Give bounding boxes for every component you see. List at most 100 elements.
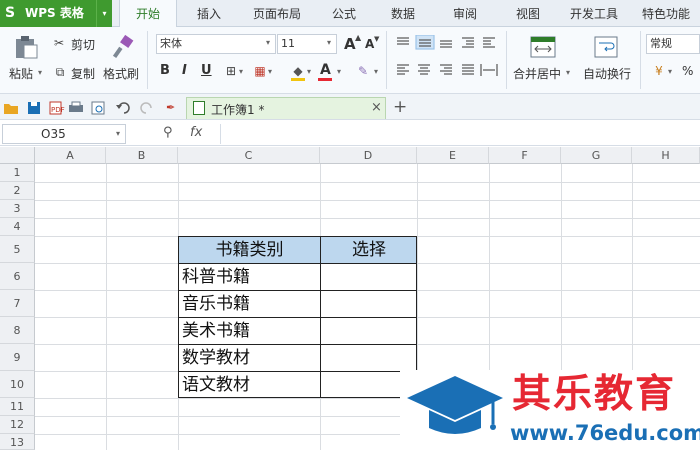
font-color-swatch bbox=[318, 78, 332, 81]
cut-button[interactable]: 剪切 bbox=[71, 36, 95, 53]
tab-developer[interactable]: 开发工具 bbox=[564, 0, 624, 27]
number-format-value: 常规 bbox=[650, 37, 672, 50]
percent-button[interactable]: % bbox=[682, 64, 693, 78]
row-header-8[interactable]: 8 bbox=[0, 317, 35, 344]
gridline bbox=[35, 182, 700, 183]
fill-color-swatch bbox=[291, 78, 305, 81]
currency-icon[interactable]: ¥ bbox=[650, 62, 668, 80]
column-header-h[interactable]: H bbox=[632, 147, 700, 164]
function-icon[interactable]: fx bbox=[190, 125, 202, 140]
borders-icon[interactable]: ⊞ bbox=[222, 62, 240, 80]
tab-insert[interactable]: 插入 bbox=[186, 0, 232, 27]
number-format-select[interactable]: 常规 bbox=[646, 34, 700, 54]
tab-page-layout[interactable]: 页面布局 bbox=[245, 0, 309, 27]
paste-button[interactable]: 粘贴 bbox=[9, 65, 33, 82]
gridline bbox=[35, 200, 700, 201]
chevron-down-icon[interactable]: ▾ bbox=[266, 38, 270, 47]
paste-icon[interactable] bbox=[13, 34, 39, 60]
tab-formulas[interactable]: 公式 bbox=[321, 0, 367, 27]
close-icon[interactable]: × bbox=[371, 100, 382, 115]
row-header-3[interactable]: 3 bbox=[0, 200, 35, 218]
row-header-6[interactable]: 6 bbox=[0, 263, 35, 290]
chevron-down-icon[interactable]: ▾ bbox=[96, 0, 112, 27]
table-header-select[interactable]: 选择 bbox=[321, 237, 417, 263]
pin-icon[interactable]: ✒ bbox=[166, 101, 178, 115]
wrap-text-icon[interactable] bbox=[594, 36, 618, 58]
column-header-e[interactable]: E bbox=[417, 147, 489, 164]
fill-pattern-icon[interactable]: ▦ bbox=[251, 62, 269, 80]
chevron-down-icon[interactable]: ▾ bbox=[337, 67, 341, 76]
chevron-down-icon[interactable]: ▾ bbox=[38, 68, 42, 77]
column-header-c[interactable]: C bbox=[178, 147, 320, 164]
bold-button[interactable]: B bbox=[160, 63, 170, 78]
tab-view[interactable]: 视图 bbox=[505, 0, 551, 27]
row-header-10[interactable]: 10 bbox=[0, 371, 35, 398]
column-header-g[interactable]: G bbox=[561, 147, 632, 164]
chevron-down-icon[interactable]: ▾ bbox=[268, 67, 272, 76]
grow-font-button[interactable]: A bbox=[344, 35, 356, 53]
tab-review[interactable]: 审阅 bbox=[442, 0, 488, 27]
table-cell[interactable]: 科普书籍 bbox=[182, 264, 250, 290]
graduation-cap-icon bbox=[405, 372, 505, 442]
table-cell[interactable]: 语文教材 bbox=[182, 372, 250, 398]
row-header-4[interactable]: 4 bbox=[0, 218, 35, 236]
scissors-icon[interactable]: ✂ bbox=[50, 34, 68, 52]
spreadsheet-icon bbox=[193, 101, 205, 115]
arrow-up-icon: ▲ bbox=[355, 33, 362, 42]
format-painter-icon[interactable] bbox=[110, 34, 136, 60]
table-cell[interactable]: 数学教材 bbox=[182, 345, 250, 371]
row-header-2[interactable]: 2 bbox=[0, 182, 35, 200]
format-painter-button[interactable]: 格式刷 bbox=[103, 65, 139, 82]
table-cell[interactable]: 美术书籍 bbox=[182, 318, 250, 344]
chevron-down-icon[interactable]: ▾ bbox=[239, 67, 243, 76]
row-header-5[interactable]: 5 bbox=[0, 236, 35, 263]
copy-icon[interactable]: ⧉ bbox=[51, 63, 69, 81]
merge-center-icon[interactable] bbox=[530, 36, 556, 58]
table-cell[interactable]: 音乐书籍 bbox=[182, 291, 250, 317]
merge-center-button[interactable]: 合并居中 bbox=[513, 65, 561, 82]
wps-menu-button[interactable]: S WPS 表格 ▾ bbox=[0, 0, 112, 27]
column-header-f[interactable]: F bbox=[489, 147, 561, 164]
name-box[interactable]: O35 bbox=[2, 124, 126, 144]
wrap-text-button[interactable]: 自动换行 bbox=[583, 65, 631, 82]
chevron-down-icon[interactable]: ▾ bbox=[668, 67, 672, 76]
row-header-12[interactable]: 12 bbox=[0, 416, 35, 434]
underline-button[interactable]: U bbox=[201, 63, 212, 78]
chevron-down-icon[interactable]: ▾ bbox=[327, 38, 331, 47]
font-size-value: 11 bbox=[281, 37, 295, 50]
shrink-font-button[interactable]: A bbox=[365, 37, 374, 51]
table-header-category[interactable]: 书籍类别 bbox=[179, 237, 320, 263]
select-all-corner[interactable] bbox=[0, 147, 35, 164]
search-icon[interactable]: ⚲ bbox=[163, 125, 173, 140]
column-header-b[interactable]: B bbox=[106, 147, 178, 164]
arrow-down-icon: ▼ bbox=[374, 35, 380, 43]
ribbon-separator bbox=[640, 31, 641, 89]
row-header-9[interactable]: 9 bbox=[0, 344, 35, 371]
clear-format-icon[interactable]: ✎ bbox=[354, 62, 372, 80]
chevron-down-icon[interactable]: ▾ bbox=[566, 68, 570, 77]
chevron-down-icon[interactable]: ▾ bbox=[374, 67, 378, 76]
chevron-down-icon[interactable]: ▾ bbox=[116, 129, 120, 138]
watermark-brand: 其乐教育 bbox=[512, 372, 677, 417]
tab-special[interactable]: 特色功能 bbox=[636, 0, 696, 27]
copy-button[interactable]: 复制 bbox=[71, 65, 95, 82]
italic-button[interactable]: I bbox=[182, 63, 187, 78]
column-header-d[interactable]: D bbox=[320, 147, 417, 164]
gridline bbox=[106, 164, 107, 450]
tab-data[interactable]: 数据 bbox=[380, 0, 426, 27]
row-header-1[interactable]: 1 bbox=[0, 164, 35, 182]
font-color-button[interactable]: A bbox=[320, 62, 331, 78]
alignment-group bbox=[394, 34, 502, 83]
new-tab-icon[interactable]: + bbox=[393, 97, 407, 117]
font-name-select[interactable]: 宋体 bbox=[156, 34, 276, 54]
svg-text:PDF: PDF bbox=[51, 106, 65, 114]
chevron-down-icon[interactable]: ▾ bbox=[307, 67, 311, 76]
column-header-a[interactable]: A bbox=[35, 147, 106, 164]
name-box-value: O35 bbox=[41, 127, 66, 141]
row-header-7[interactable]: 7 bbox=[0, 290, 35, 317]
formula-input[interactable] bbox=[220, 124, 698, 144]
document-tab[interactable]: 工作簿1 * × bbox=[186, 97, 386, 119]
row-header-13[interactable]: 13 bbox=[0, 434, 35, 450]
tab-home[interactable]: 开始 bbox=[119, 0, 177, 28]
row-header-11[interactable]: 11 bbox=[0, 398, 35, 416]
